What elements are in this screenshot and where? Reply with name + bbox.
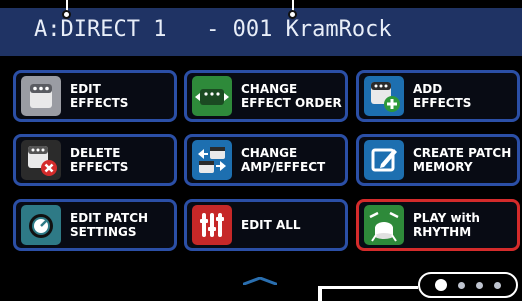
edit-patch-settings-button[interactable]: EDIT PATCH SETTINGS: [13, 199, 177, 251]
delete-effects-icon: [21, 140, 61, 180]
play-with-rhythm-label: PLAY with RHYTHM: [413, 211, 480, 239]
patch-header: A:DIRECT 1 - 001 KramRock: [0, 8, 522, 56]
edit-effects-label: EDIT EFFECTS: [70, 82, 129, 110]
delete-effects-label: DELETE EFFECTS: [70, 146, 129, 174]
change-amp-effect-label: CHANGE AMP/EFFECT: [241, 146, 326, 174]
change-effect-order-icon: [192, 76, 232, 116]
edit-effects-icon: [21, 76, 61, 116]
change-effect-order-label: CHANGE EFFECT ORDER: [241, 82, 342, 110]
play-with-rhythm-button[interactable]: PLAY with RHYTHM: [356, 199, 520, 251]
edit-patch-settings-icon: [21, 205, 61, 245]
add-effects-label: ADD EFFECTS: [413, 82, 472, 110]
delete-effects-button[interactable]: DELETE EFFECTS: [13, 134, 177, 186]
page-dot-active: [435, 279, 448, 291]
callout-dot-bank: [62, 10, 71, 19]
scroll-up-arrow[interactable]: [243, 277, 277, 285]
edit-all-icon: [192, 205, 232, 245]
menu-grid: EDIT EFFECTS CHANGE EFFECT ORDER ADD EFF…: [13, 70, 520, 251]
create-patch-memory-label: CREATE PATCH MEMORY: [413, 146, 512, 174]
create-patch-memory-button[interactable]: CREATE PATCH MEMORY: [356, 134, 520, 186]
patch-title: A:DIRECT 1 - 001 KramRock: [34, 17, 392, 42]
change-amp-effect-icon: [192, 140, 232, 180]
edit-effects-button[interactable]: EDIT EFFECTS: [13, 70, 177, 122]
change-effect-order-button[interactable]: CHANGE EFFECT ORDER: [184, 70, 348, 122]
add-effects-button[interactable]: ADD EFFECTS: [356, 70, 520, 122]
page-dot: [493, 281, 501, 289]
play-with-rhythm-icon: [364, 205, 404, 245]
edit-all-label: EDIT ALL: [241, 218, 301, 232]
add-effects-icon: [364, 76, 404, 116]
callout-bracket-top: [318, 286, 418, 289]
edit-patch-settings-label: EDIT PATCH SETTINGS: [70, 211, 149, 239]
create-patch-memory-icon: [364, 140, 404, 180]
change-amp-effect-button[interactable]: CHANGE AMP/EFFECT: [184, 134, 348, 186]
page-indicator: [418, 272, 518, 298]
page-dot: [475, 281, 483, 289]
device-screen: A:DIRECT 1 - 001 KramRock EDIT EFFECTS C…: [0, 0, 522, 301]
callout-dot-patch: [288, 10, 297, 19]
edit-all-button[interactable]: EDIT ALL: [184, 199, 348, 251]
page-dot: [458, 281, 466, 289]
